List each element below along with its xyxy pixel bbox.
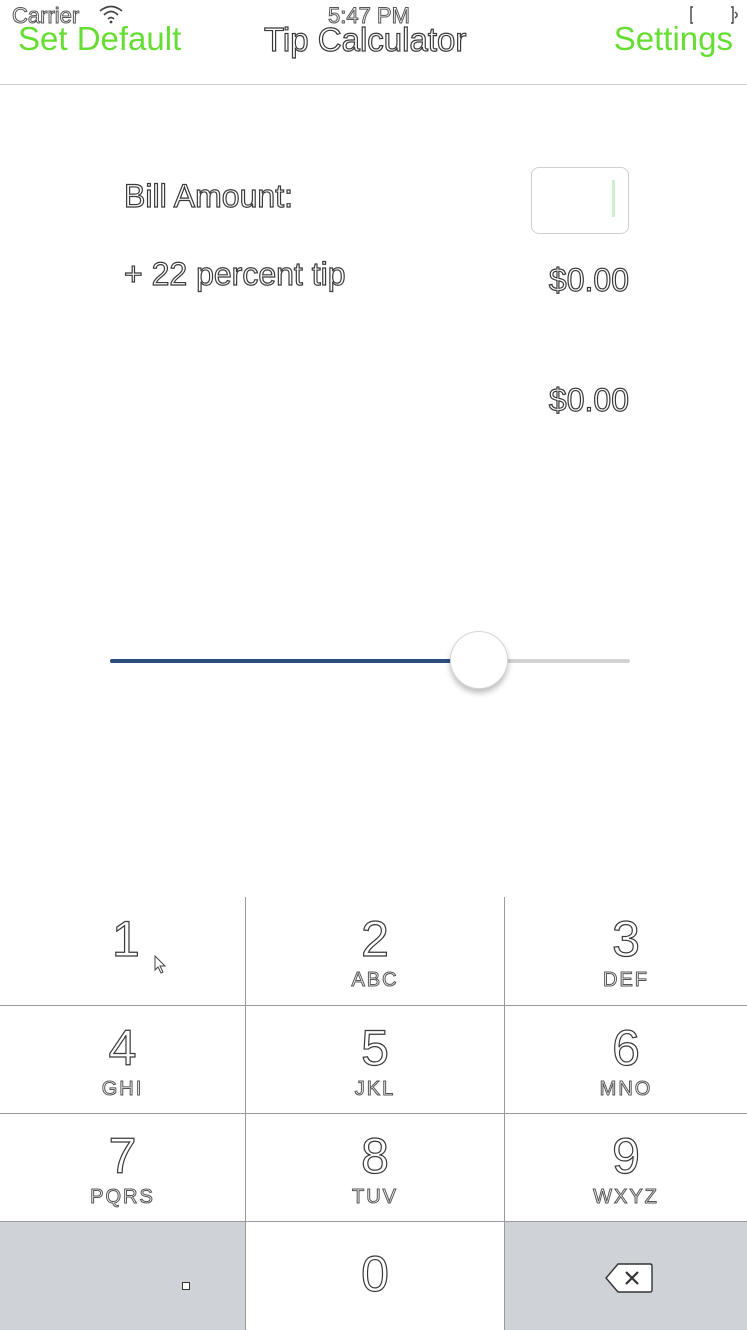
key-5-letters: JKL [354,1078,396,1101]
tip-amount-value: $0.00 [548,261,629,298]
set-default-button[interactable]: Set Default [18,20,181,58]
key-7-letters: PQRS [90,1186,155,1209]
key-7[interactable]: 7 PQRS [0,1114,245,1221]
keypad-divider [0,1005,747,1006]
key-8[interactable]: 8 TUV [246,1114,504,1221]
text-caret [612,180,615,217]
key-6-letters: MNO [599,1078,653,1101]
settings-button[interactable]: Settings [614,20,733,58]
total-amount-value: $0.00 [548,381,629,418]
decimal-key[interactable] [0,1222,245,1330]
tip-percent-slider[interactable] [110,630,630,692]
key-6[interactable]: 6 MNO [505,1006,747,1113]
key-2[interactable]: 2 ABC [246,897,504,1005]
key-0-number: 0 [360,1245,389,1302]
bill-amount-label: Bill Amount: [123,177,293,214]
key-7-number: 7 [108,1127,137,1184]
tip-percent-label: + 22 percent tip [123,255,346,292]
key-9[interactable]: 9 WXYZ [505,1114,747,1221]
key-4-number: 4 [108,1019,137,1076]
key-3[interactable]: 3 DEF [505,897,747,1005]
page-title: Tip Calculator [263,20,467,58]
key-4[interactable]: 4 GHI [0,1006,245,1113]
backspace-icon [605,1263,653,1293]
key-8-letters: TUV [352,1186,398,1209]
key-2-number: 2 [360,910,389,967]
key-6-number: 6 [611,1019,640,1076]
key-1-number: 1 [111,910,140,967]
key-4-letters: GHI [101,1078,144,1101]
slider-thumb[interactable] [450,631,509,689]
decimal-point-icon [182,1282,190,1290]
slider-fill [110,659,480,663]
key-0[interactable]: 0 [246,1222,504,1330]
key-3-number: 3 [611,910,640,967]
key-8-number: 8 [360,1127,389,1184]
key-5-number: 5 [360,1019,389,1076]
navigation-bar: Set Default Tip Calculator Settings [0,0,747,85]
key-5[interactable]: 5 JKL [246,1006,504,1113]
key-2-letters: ABC [351,969,399,992]
key-1[interactable]: 1 [0,897,245,1005]
keypad-divider [0,1113,747,1114]
key-3-letters: DEF [603,969,649,992]
mouse-cursor-icon [154,955,167,974]
key-9-number: 9 [611,1127,640,1184]
key-9-letters: WXYZ [593,1186,659,1209]
keypad-divider [0,1221,747,1222]
